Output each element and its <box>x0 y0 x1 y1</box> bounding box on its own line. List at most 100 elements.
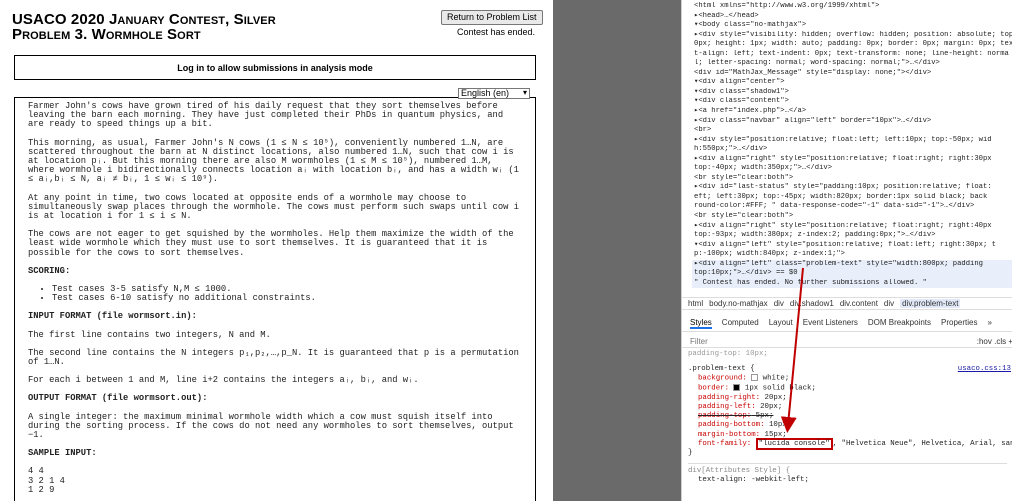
dom-node-line[interactable]: ▸<div align="left" class="problem-text" … <box>692 259 1012 270</box>
tab-styles[interactable]: Styles <box>690 318 712 329</box>
dom-node-line[interactable]: <div id="MathJax_Message" style="display… <box>692 69 1012 79</box>
dom-node-line[interactable]: <br style="clear:both"> <box>692 212 1012 222</box>
tab--[interactable]: » <box>988 318 992 327</box>
font-family-prop: font-family: <box>698 439 752 448</box>
dom-node-line[interactable]: ▾<body class="no-mathjax"> <box>692 21 1012 31</box>
window-gap <box>553 0 681 501</box>
css-value: white; <box>762 374 790 383</box>
input-paragraph: For each i between 1 and M, line i+2 con… <box>28 375 419 386</box>
sample-input-line: 3 2 1 4 <box>28 475 65 486</box>
sample-input-line: 4 4 <box>28 466 44 477</box>
dom-node-line[interactable]: <br style="clear:both"> <box>692 174 1012 184</box>
color-swatch-icon[interactable] <box>733 384 741 392</box>
css-property: padding-left: <box>698 402 756 411</box>
font-family-declaration[interactable]: font-family: "lucida console", "Helvetic… <box>688 437 1012 450</box>
problem-paragraph: The cows are not eager to get squished b… <box>28 229 514 258</box>
dom-node-line[interactable]: round-color:#FFF; " data-response-code="… <box>692 202 1012 212</box>
css-value: 1px solid black; <box>744 384 816 393</box>
partial-rule-line: padding-top: 10px; <box>688 350 768 358</box>
dom-node-line[interactable]: ▾<div align="left" style="position:relat… <box>692 241 1012 251</box>
dom-node-line[interactable]: p:-100px; width:840px; z-index:1;"> <box>692 250 1012 260</box>
output-paragraph: A single integer: the maximum minimal wo… <box>28 411 514 441</box>
breadcrumb-item[interactable]: div <box>774 299 784 308</box>
breadcrumb-item[interactable]: div.shadow1 <box>790 299 834 308</box>
devtools-tabs: Styles Computed Layout Event Listeners DOM B… <box>682 314 1012 332</box>
css-declaration[interactable]: background: white; <box>688 374 1012 384</box>
filter-input[interactable]: Filter <box>690 337 708 346</box>
chevron-down-icon: ▾ <box>522 88 527 97</box>
tab-event-listeners[interactable]: Event Listeners <box>803 318 858 327</box>
dom-node-line[interactable]: ▾<div align="center"> <box>692 78 1012 88</box>
dom-tree[interactable]: <html xmlns="http://www.w3.org/1999/xhtm… <box>692 2 1012 289</box>
filter-tools[interactable]: :hov .cls + <box>977 335 1012 348</box>
dom-node-line[interactable]: eft; left:30px; top:-45px; width:820px; … <box>692 193 1012 203</box>
problem-name: Problem 3. Wormhole Sort <box>12 26 201 43</box>
css-property: padding-bottom: <box>698 421 765 430</box>
return-to-problem-list-button[interactable]: Return to Problem List <box>441 10 543 25</box>
dom-node-line[interactable]: ▸<a href="index.php">…</a> <box>692 107 1012 117</box>
rule-selector: .problem-text { <box>688 365 755 374</box>
attr-style-selector: div[Attributes Style] { <box>688 467 791 476</box>
breadcrumb-item[interactable]: div.content <box>840 299 878 308</box>
tab-layout[interactable]: Layout <box>769 318 793 327</box>
output-format-heading: OUTPUT FORMAT (file wormsort.out): <box>28 393 208 404</box>
input-paragraph: The second line contains the N integers … <box>28 347 519 368</box>
dom-node-line[interactable]: ▸<div align="right" style="position:rela… <box>692 222 1012 232</box>
css-declaration[interactable]: border: 1px solid black; <box>688 384 1012 394</box>
css-declaration[interactable]: padding-left: 20px; <box>688 403 1012 412</box>
rule-declarations: background: white; border: 1px solid blac… <box>688 374 1012 439</box>
problem-text: Farmer John's cows have grown tired of h… <box>14 97 536 501</box>
contest-line: USACO 2020 January Contest, Silver <box>12 11 276 28</box>
contest-status: Contest has ended. <box>457 27 536 37</box>
highlighted-font-value: "lucida console" <box>755 437 833 450</box>
color-swatch-icon[interactable] <box>751 374 759 382</box>
css-value: 20px; <box>764 393 787 402</box>
attr-style-rule: text-align: -webkit-left; <box>698 476 809 485</box>
problem-title: USACO 2020 January Contest, Silver Probl… <box>12 12 276 42</box>
language-select[interactable]: English (en) ▾ <box>458 88 530 99</box>
dom-node-line[interactable]: ▸<div align="right" style="position:rela… <box>692 155 1012 165</box>
css-value: 5px; <box>755 412 774 421</box>
rule-source-link[interactable]: usaco.css:13 <box>958 365 1011 374</box>
tab-dom-breakpoints[interactable]: DOM Breakpoints <box>868 318 931 327</box>
breadcrumb-item[interactable]: body.no-mathjax <box>709 299 768 308</box>
dom-node-line[interactable]: ▸<div class="navbar" align="left" border… <box>692 117 1012 127</box>
problem-paragraph: Farmer John's cows have grown tired of h… <box>28 101 504 130</box>
dom-node-line[interactable]: ▸<div style="visibility: hidden; overflo… <box>692 31 1012 41</box>
login-notice: Log in to allow submissions in analysis … <box>14 55 536 80</box>
dom-node-line[interactable]: ▸<div style="position:relative; float:le… <box>692 136 1012 146</box>
dom-node-line[interactable]: top:-93px; width:380px; z-index:2; paddi… <box>692 231 1012 241</box>
dom-node-line[interactable]: <html xmlns="http://www.w3.org/1999/xhtm… <box>692 2 1012 12</box>
css-property: background: <box>698 374 747 383</box>
css-property: border: <box>698 384 730 393</box>
css-property: margin-bottom: <box>698 430 761 439</box>
dom-node-line[interactable]: ▸<head>…</head> <box>692 12 1012 22</box>
styles-filter[interactable]: Filter :hov .cls + <box>682 335 1012 348</box>
dom-node-line[interactable]: " Contest has ended. No further submissi… <box>692 278 1012 289</box>
language-value: English (en) <box>461 88 510 98</box>
rule-close: } <box>688 448 693 457</box>
breadcrumb-item[interactable]: html <box>688 299 703 308</box>
problem-paragraph: This morning, as usual, Farmer John's N … <box>28 137 519 185</box>
dom-node-line[interactable]: t-align: left; text-indent: 0px; text-tr… <box>692 50 1012 60</box>
dom-node-line[interactable]: <br> <box>692 126 1012 136</box>
dom-node-line[interactable]: top:10px;">…</div> == $0 <box>692 269 1012 279</box>
breadcrumb-item[interactable]: div <box>884 299 894 308</box>
dom-node-line[interactable]: l; letter-spacing: normal; word-spacing:… <box>692 59 1012 69</box>
css-declaration[interactable]: padding-top: 5px; <box>688 412 1012 421</box>
dom-node-line[interactable]: ▸<div id="last-status" style="padding:10… <box>692 183 1012 193</box>
devtools-panel: <html xmlns="http://www.w3.org/1999/xhtm… <box>681 0 1012 501</box>
dom-node-line[interactable]: h:550px;">…</div> <box>692 145 1012 155</box>
tab-computed[interactable]: Computed <box>722 318 759 327</box>
css-declaration[interactable]: padding-bottom: 10px; <box>688 421 1012 430</box>
breadcrumb-item[interactable]: div.problem-text <box>900 299 961 308</box>
input-paragraph: The first line contains two integers, N … <box>28 329 271 340</box>
dom-node-line[interactable]: ▾<div class="content"> <box>692 97 1012 107</box>
dom-node-line[interactable]: top:-40px; width:350px;">…</div> <box>692 164 1012 174</box>
tab-properties[interactable]: Properties <box>941 318 977 327</box>
css-declaration[interactable]: padding-right: 20px; <box>688 394 1012 403</box>
dom-node-line[interactable]: ▾<div class="shadow1"> <box>692 88 1012 98</box>
css-declaration[interactable]: margin-bottom: 15px; <box>688 431 1012 440</box>
dom-node-line[interactable]: 0px; height: 1px; width: auto; padding: … <box>692 40 1012 50</box>
css-property: padding-right: <box>698 393 761 402</box>
